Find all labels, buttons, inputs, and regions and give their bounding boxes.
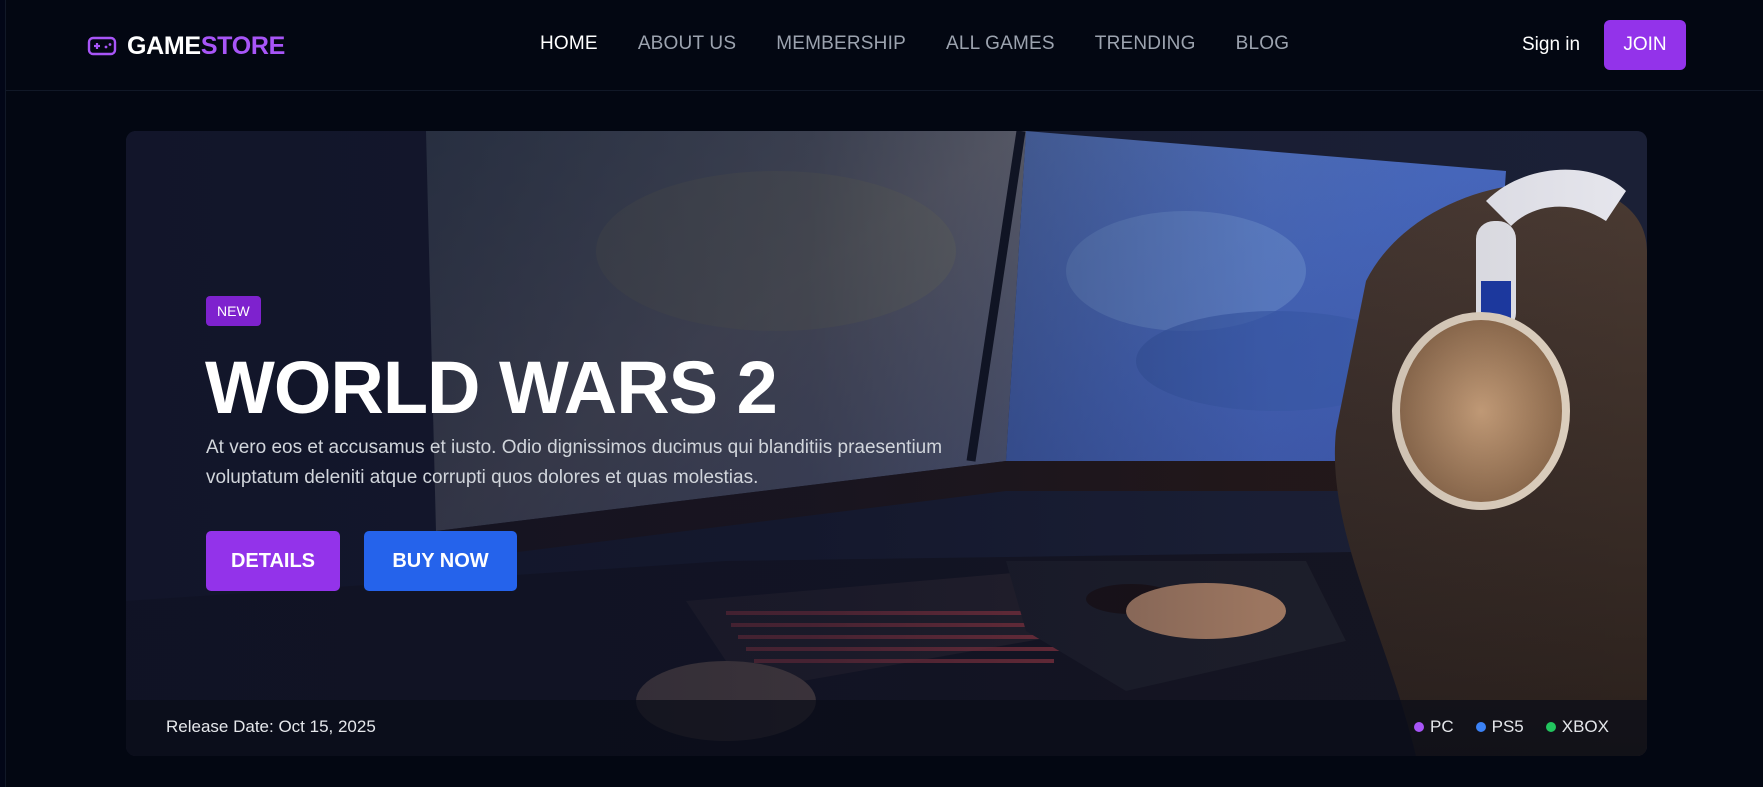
platform-dot-icon [1475, 722, 1486, 732]
top-navbar: GAMESTORE HOME ABOUT US MEMBERSHIP ALL G… [6, 0, 1763, 91]
details-button[interactable]: DETAILS [206, 531, 340, 591]
platform-label: XBOX [1561, 717, 1609, 736]
nav-home[interactable]: HOME [540, 33, 598, 55]
logo[interactable]: GAMESTORE [87, 31, 285, 61]
gamepad-icon [87, 36, 117, 56]
new-badge: NEW [206, 296, 261, 326]
nav-trending[interactable]: TRENDING [1095, 33, 1196, 55]
platform-list: PC PS5 XBOX [1413, 717, 1609, 737]
platform-pc: PC [1413, 717, 1454, 737]
hero-title: WORLD WARS 2 [205, 346, 778, 429]
platform-xbox: XBOX [1545, 717, 1609, 737]
sign-in-link[interactable]: Sign in [1522, 34, 1580, 56]
nav-all-games[interactable]: ALL GAMES [946, 33, 1055, 55]
hero-banner: NEW WORLD WARS 2 At vero eos et accusamu… [126, 131, 1647, 756]
brand-name-part1: GAME [127, 31, 201, 60]
nav-blog[interactable]: BLOG [1236, 33, 1290, 55]
main-menu: HOME ABOUT US MEMBERSHIP ALL GAMES TREND… [540, 33, 1289, 55]
platform-ps5: PS5 [1475, 717, 1524, 737]
release-date: Release Date: Oct 15, 2025 [166, 717, 376, 736]
hero-footer-bar: Release Date: Oct 15, 2025 PC PS5 XBOX [126, 700, 1647, 756]
platform-dot-icon [1545, 722, 1556, 732]
page-frame: GAMESTORE HOME ABOUT US MEMBERSHIP ALL G… [5, 0, 1763, 787]
brand-name: GAMESTORE [127, 32, 285, 61]
buy-now-button[interactable]: BUY NOW [364, 531, 517, 591]
hero-description: At vero eos et accusamus et iusto. Odio … [206, 437, 943, 488]
platform-label: PC [1429, 717, 1454, 736]
brand-name-part2: STORE [200, 31, 285, 60]
platform-dot-icon [1413, 722, 1424, 732]
platform-label: PS5 [1491, 717, 1524, 736]
join-button[interactable]: JOIN [1604, 20, 1686, 70]
nav-membership[interactable]: MEMBERSHIP [776, 33, 906, 55]
nav-about-us[interactable]: ABOUT US [638, 33, 736, 55]
